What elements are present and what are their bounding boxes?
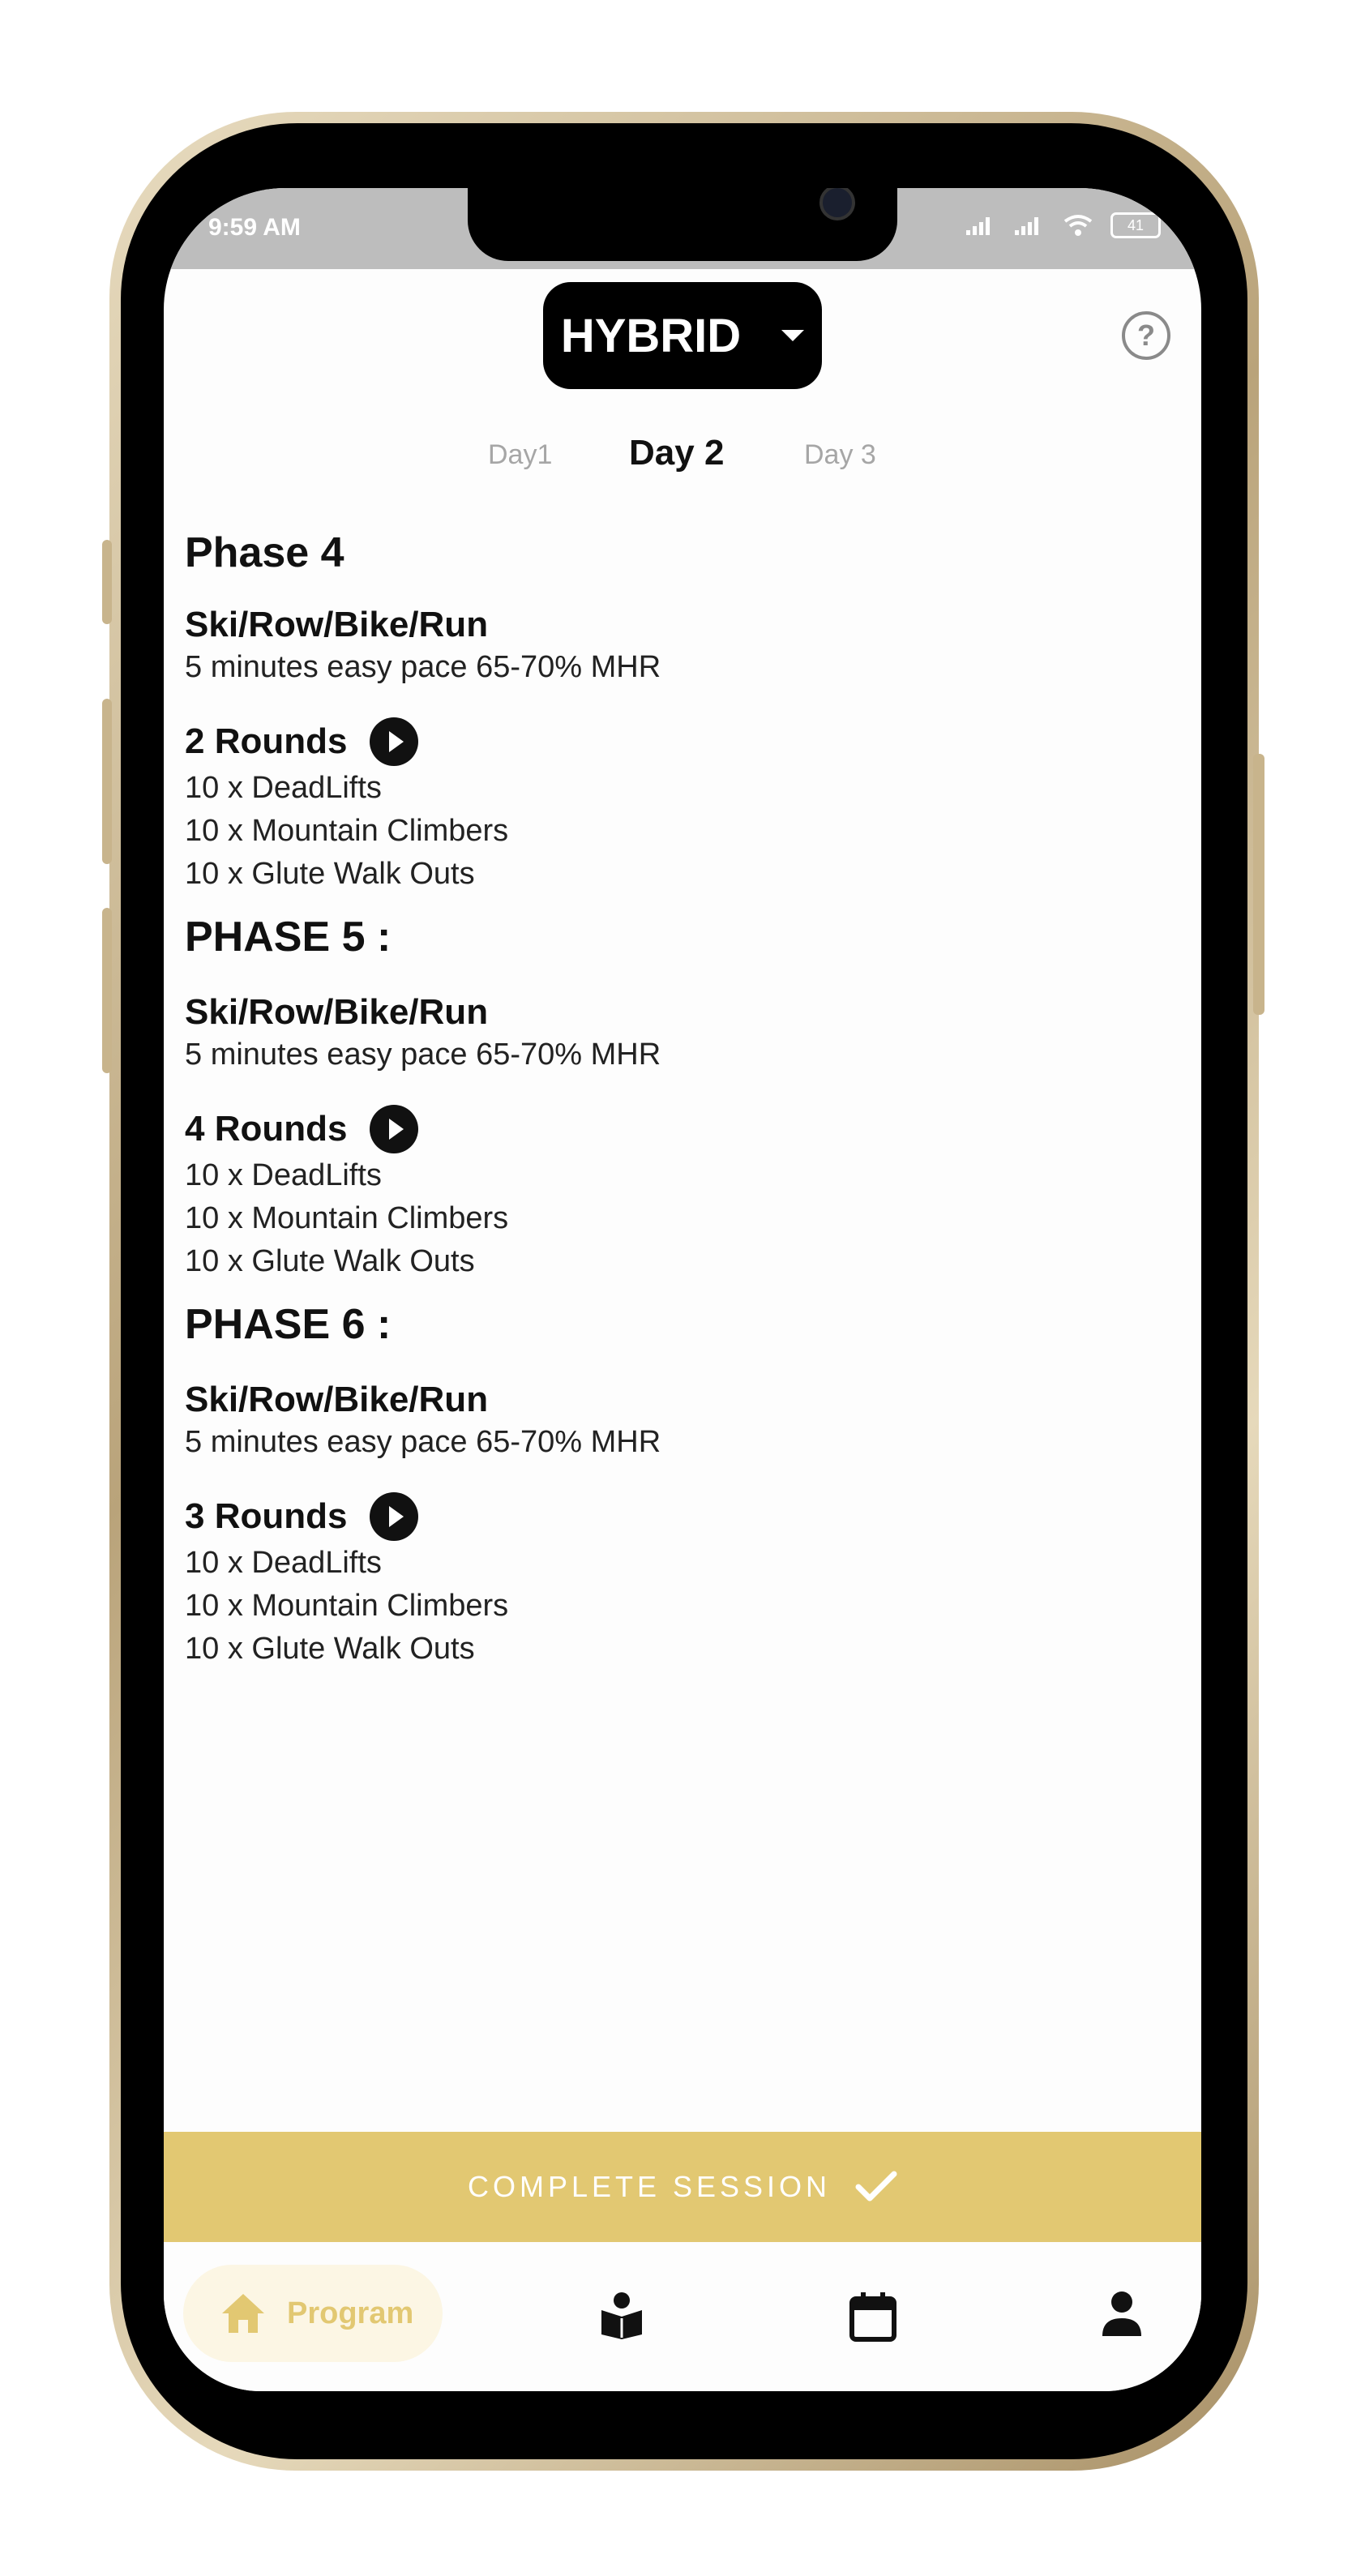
exercise-item: 10 x Mountain Climbers xyxy=(185,814,509,848)
phase-title: Phase 4 xyxy=(185,529,344,576)
mute-switch xyxy=(102,540,112,624)
tab-day1[interactable]: Day1 xyxy=(488,439,552,471)
exercise-item: 10 x Mountain Climbers xyxy=(185,1589,509,1623)
status-icons: 41 xyxy=(965,212,1161,238)
status-time: 9:59 AM xyxy=(208,214,301,241)
program-dropdown[interactable]: HYBRID xyxy=(543,282,822,389)
rounds-row: 3 Rounds xyxy=(185,1492,1157,1541)
program-label: HYBRID xyxy=(560,309,742,362)
help-glyph: ? xyxy=(1137,319,1155,352)
calendar-icon[interactable] xyxy=(849,2291,896,2343)
exercise-item: 10 x Mountain Climbers xyxy=(185,1201,509,1235)
warmup-title: Ski/Row/Bike/Run xyxy=(185,1380,489,1419)
warmup-description: 5 minutes easy pace 65-70% MHR xyxy=(185,650,661,684)
rounds-row: 2 Rounds xyxy=(185,717,1157,766)
battery-level: 41 xyxy=(1127,216,1145,233)
complete-session-button[interactable]: COMPLETE SESSION xyxy=(164,2132,1201,2242)
workout-content: Phase 4 Ski/Row/Bike/Run 5 minutes easy … xyxy=(185,528,1157,1667)
complete-session-label: COMPLETE SESSION xyxy=(467,2170,832,2203)
day-tabs: Day1 Day 2 Day 3 xyxy=(164,431,1201,480)
bottom-nav: Program xyxy=(164,2242,1201,2391)
tab-day3[interactable]: Day 3 xyxy=(804,439,876,471)
help-icon[interactable]: ? xyxy=(1122,311,1170,360)
signal-icon xyxy=(1015,217,1038,235)
exercise-item: 10 x Glute Walk Outs xyxy=(185,857,475,891)
play-icon[interactable] xyxy=(370,1105,419,1153)
warmup-description: 5 minutes easy pace 65-70% MHR xyxy=(185,1425,661,1459)
nav-program[interactable]: Program xyxy=(183,2265,443,2362)
exercise-item: 10 x Glute Walk Outs xyxy=(185,1244,475,1278)
phase-title: PHASE 5 : xyxy=(185,914,392,961)
warmup-description: 5 minutes easy pace 65-70% MHR xyxy=(185,1038,661,1072)
front-camera-icon xyxy=(819,188,855,220)
rounds-label: 2 Rounds xyxy=(185,721,348,761)
power-button xyxy=(1253,754,1264,1015)
wifi-icon xyxy=(1063,215,1093,236)
warmup-title: Ski/Row/Bike/Run xyxy=(185,992,489,1032)
exercise-item: 10 x Glute Walk Outs xyxy=(185,1632,475,1666)
exercise-item: 10 x DeadLifts xyxy=(185,1546,382,1580)
rounds-label: 3 Rounds xyxy=(185,1496,348,1536)
book-reader-icon[interactable] xyxy=(600,2291,644,2339)
tab-day2[interactable]: Day 2 xyxy=(629,433,724,473)
rounds-label: 4 Rounds xyxy=(185,1109,348,1149)
nav-program-label: Program xyxy=(287,2296,414,2330)
volume-up-button xyxy=(102,699,112,864)
warmup-title: Ski/Row/Bike/Run xyxy=(185,605,489,644)
signal-icon xyxy=(966,217,990,235)
app-screen: 9:59 AM 41 HYBRID ? Day1 Day 2 Day 3 Pha… xyxy=(164,188,1201,2391)
exercise-item: 10 x DeadLifts xyxy=(185,771,382,805)
home-icon xyxy=(222,2294,264,2333)
chevron-down-icon xyxy=(781,330,805,341)
phase-title: PHASE 6 : xyxy=(185,1301,392,1348)
play-icon[interactable] xyxy=(370,717,419,766)
play-icon[interactable] xyxy=(370,1492,419,1541)
rounds-row: 4 Rounds xyxy=(185,1105,1157,1153)
exercise-item: 10 x DeadLifts xyxy=(185,1158,382,1192)
notch xyxy=(468,188,897,261)
checkmark-icon xyxy=(855,2171,897,2202)
person-icon[interactable] xyxy=(1101,2291,1143,2338)
volume-down-button xyxy=(102,908,112,1073)
battery-icon: 41 xyxy=(1110,212,1161,238)
